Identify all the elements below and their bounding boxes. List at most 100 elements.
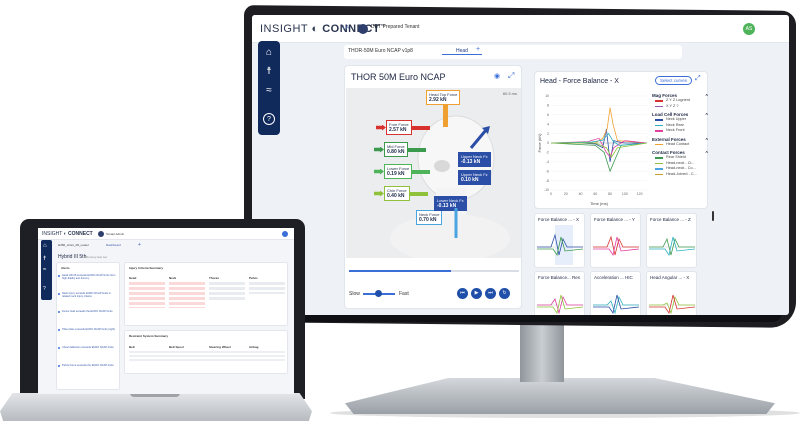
timeline-track[interactable] [349, 270, 519, 272]
legend-swatch [655, 173, 663, 175]
legend-swatch [655, 162, 663, 164]
legend-item[interactable]: X Y Z ? [655, 104, 708, 110]
laptop-tenant[interactable]: Tenant Admin [106, 232, 124, 236]
x-axis-label: Time (ms) [590, 201, 609, 206]
legend-swatch [655, 157, 663, 159]
laptop-test-sub: Dummy test set [86, 255, 107, 259]
speed-slow-label: Slow [349, 291, 360, 297]
legend-swatch [655, 143, 663, 145]
viewer-panel: THOR 50M Euro NCAP ◉ ⤢ 80.5 ms Head Top … [344, 65, 522, 309]
tenant-code[interactable]: LA [343, 25, 349, 31]
legend-swatch [655, 130, 663, 132]
laptop-tab-0[interactable]: H350_Amro_06_Lower [58, 243, 89, 247]
summary-col-pelvis: Pelvis [249, 276, 258, 280]
speed-slider-handle[interactable] [375, 290, 382, 297]
summary-neck-values [169, 282, 205, 308]
alert-item[interactable]: Pelvis Force exceeds the EURO NCAP limit… [62, 364, 118, 367]
chart-thumbnail[interactable]: Acceleration ... HIC [590, 271, 641, 315]
series-line [551, 142, 648, 158]
laptop-base [0, 393, 312, 421]
y-tick-label: 4 [547, 122, 549, 126]
alert-item[interactable]: Femur load exceeds the EURO NCAP limits [62, 310, 118, 313]
laptop-logo: INSIGHT ◐ CONNECT [42, 231, 93, 237]
x-tick-label: 60 [593, 192, 597, 196]
laptop-add-tab[interactable]: + [138, 242, 141, 248]
chart-thumbnail[interactable]: Force Balance ... - Z [646, 213, 697, 268]
tenant-name[interactable]: DDT Prepared Tenant [371, 24, 419, 30]
legend-item[interactable]: Head-Joined - C... [655, 172, 708, 178]
alert-dot-icon [58, 293, 60, 295]
force-balance-chart[interactable]: 1086420-2-4-6-8-100 20 40 60 80 100 120Time (m… [537, 90, 651, 208]
scrollbar[interactable] [712, 211, 714, 221]
thumbnail-plot [593, 225, 639, 265]
legend-swatch [655, 119, 663, 121]
alert-item[interactable]: Tibia index exceeds EURO NCAP limits (ri… [62, 328, 118, 331]
chevron-up-icon[interactable]: ^ [705, 93, 708, 98]
chart-thumbnail[interactable]: Force Balance ... - X [534, 213, 585, 268]
laptop-restraint-card: Restraint System Summary Belt Belt Spool… [124, 330, 288, 374]
add-tab-button[interactable]: + [476, 46, 480, 53]
monitor-screen: INSIGHT ◐ CONNECT™ LA DDT Prepared Tenan… [252, 15, 789, 315]
select-curves-button[interactable]: Select curves [655, 76, 693, 85]
alert-dot-icon [58, 347, 60, 349]
help-icon[interactable]: ? [263, 113, 275, 125]
expand-icon[interactable]: ⤢ [508, 71, 514, 81]
alert-item[interactable]: Neck Injury exceeds EURO NCAP limits in … [62, 292, 118, 298]
dummy-icon[interactable]: ☨ [43, 255, 46, 262]
eye-icon[interactable]: ◉ [494, 72, 500, 80]
alerts-title: Alerts [61, 266, 70, 270]
dummy-icon[interactable]: ☨ [263, 66, 275, 78]
y-tick-label: -8 [546, 179, 549, 183]
alert-dot-icon [58, 311, 60, 313]
tenant-icon [98, 231, 104, 237]
summary-pelvis-values [249, 282, 285, 294]
loop-icon[interactable]: ↻ [499, 288, 510, 299]
alert-item[interactable]: Head HIC15 exceeds EURO NCAP limits from… [62, 274, 118, 280]
home-icon[interactable]: ⌂ [263, 47, 275, 59]
series-line [550, 142, 648, 173]
chart-thumbnail[interactable]: Force Balance... Res [534, 271, 585, 315]
laptop-top-bar: INSIGHT ◐ CONNECT Tenant Admin [38, 228, 294, 240]
user-avatar[interactable]: AS [743, 23, 755, 35]
y-axis-label: Force (kN) [537, 133, 542, 153]
y-tick-label: 0 [547, 141, 549, 145]
expand-chart-icon[interactable]: ⤢ [695, 75, 701, 83]
legend-item[interactable]: Head Contact [655, 142, 708, 148]
x-tick-label: 80 [608, 192, 612, 196]
skip-back-icon[interactable]: ⏮ [457, 288, 468, 299]
laptop-summary-card: Injury Criteria Summary Head Neck Thorax… [124, 262, 288, 326]
chart-thumbnail[interactable]: Force Balance ... - Y [590, 213, 641, 268]
chevron-up-icon[interactable]: ^ [705, 137, 708, 142]
legend-swatch [655, 100, 663, 102]
restraint-col-belt: Belt [129, 345, 135, 349]
alert-item[interactable]: Chest deflection exceeds EURO NCAP limit… [62, 346, 118, 349]
laptop-screen: INSIGHT ◐ CONNECT Tenant Admin ⌂ ☨ ≈ ? H… [38, 228, 294, 394]
legend-swatch [655, 105, 663, 107]
waveform-icon[interactable]: ≈ [263, 85, 275, 97]
waveform-icon[interactable]: ≈ [43, 267, 46, 273]
series-line [551, 107, 648, 144]
legend-item[interactable]: Neck Front [655, 128, 708, 134]
restraint-col-airbag: Airbag [249, 345, 259, 349]
x-tick-label: 120 [637, 192, 643, 196]
restraint-col-wheel: Steering Wheel [209, 345, 231, 349]
play-icon[interactable]: ▶ [471, 288, 482, 299]
thumbnail-title: Acceleration ... HIC [594, 275, 633, 280]
legend-swatch [655, 124, 663, 126]
alert-dot-icon [58, 275, 60, 277]
chevron-up-icon[interactable]: ^ [705, 112, 708, 117]
home-icon[interactable]: ⌂ [43, 243, 47, 249]
chart-legend: Mag Forces ^ Z Y Z Lognent X Y Z ? Load Cell… [652, 90, 708, 177]
chart-thumbnail[interactable]: Head Angular ... - X [646, 271, 697, 315]
restraint-col-spool: Belt Spool [169, 345, 184, 349]
laptop-tab-1[interactable]: Dashboard [106, 243, 121, 247]
help-icon[interactable]: ? [43, 286, 46, 292]
skip-forward-icon[interactable]: ⏭ [485, 288, 496, 299]
chevron-up-icon[interactable]: ^ [705, 150, 708, 155]
laptop-avatar[interactable] [282, 231, 288, 237]
tab-test[interactable]: THOR-50M Euro NCAP v1p8 [348, 48, 413, 54]
speed-fast-label: Fast [399, 291, 409, 297]
dummy-3d-view[interactable]: 80.5 ms Head Top Force 2.92 kN Fore Force… [346, 88, 521, 258]
y-tick-label: -6 [546, 169, 549, 173]
thumbnail-plot [537, 283, 583, 315]
